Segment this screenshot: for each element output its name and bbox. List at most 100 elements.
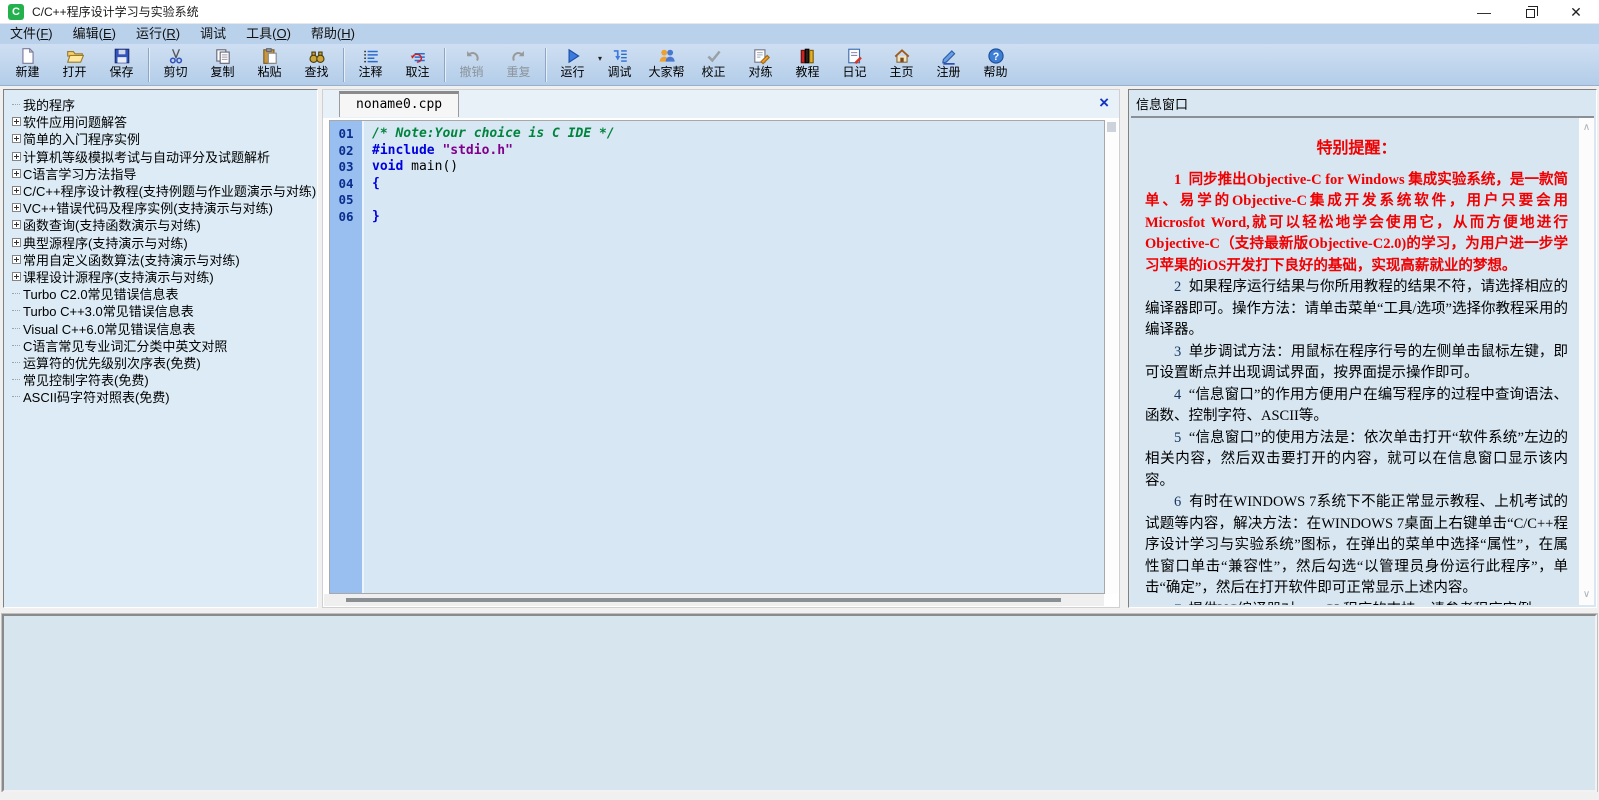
info-paragraph: 6 有时在WINDOWS 7系统下不能正常显示教程、上机考试的试题等内容，解决方… xyxy=(1145,492,1568,600)
toolbar-button-label: 注册 xyxy=(936,65,960,80)
toolbar-button-redo[interactable]: 重复 xyxy=(495,45,542,85)
expand-plus-icon[interactable] xyxy=(9,238,23,247)
code-line[interactable]: } xyxy=(372,209,615,226)
status-strip xyxy=(0,792,1599,800)
tree-item[interactable]: 我的程序 xyxy=(9,96,313,113)
tree-item[interactable]: Visual C++6.0常见错误信息表 xyxy=(9,319,313,336)
toolbar-button-comment[interactable]: 注释 xyxy=(347,45,394,85)
code-token: { xyxy=(372,176,380,191)
expand-plus-icon[interactable] xyxy=(9,255,23,264)
redo-icon xyxy=(510,47,528,65)
save-icon xyxy=(113,47,131,65)
tree-item[interactable]: Turbo C++3.0常见错误信息表 xyxy=(9,302,313,319)
toolbar-button-label: 调试 xyxy=(607,65,631,80)
expand-plus-icon[interactable] xyxy=(9,117,23,126)
code-token: /* Note:Your choice is C IDE */ xyxy=(372,126,615,141)
editor-vertical-scrollbar[interactable] xyxy=(1105,120,1118,594)
toolbar-button-register[interactable]: 注册 xyxy=(925,45,972,85)
scroll-down-icon[interactable]: ∨ xyxy=(1579,587,1594,603)
code-line[interactable]: void main() xyxy=(372,159,615,176)
editor-tab[interactable]: noname0.cpp xyxy=(339,91,459,117)
line-number[interactable]: 03 xyxy=(330,159,362,176)
expand-plus-icon[interactable] xyxy=(9,203,23,212)
code-token: void xyxy=(372,159,403,174)
menu-item-文件[interactable]: 文件(F) xyxy=(0,24,63,44)
expand-plus-icon[interactable] xyxy=(9,169,23,178)
tree-item[interactable]: ASCII码字符对照表(免费) xyxy=(9,388,313,405)
editor-vertical-scrollbar-thumb[interactable] xyxy=(1107,122,1116,132)
menu-item-帮助[interactable]: 帮助(H) xyxy=(301,24,365,44)
open-folder-icon xyxy=(66,47,84,65)
editor-horizontal-scrollbar[interactable] xyxy=(324,594,1104,606)
code-line[interactable]: { xyxy=(372,176,615,193)
toolbar-button-open-folder[interactable]: 打开 xyxy=(51,45,98,85)
line-number[interactable]: 06 xyxy=(330,209,362,226)
tree-item[interactable]: C/C++程序设计教程(支持例题与作业题演示与对练) xyxy=(9,182,313,199)
toolbar-button-cut[interactable]: 剪切 xyxy=(152,45,199,85)
info-paragraph: 1 同步推出Objective-C for Windows 集成实验系统，是一款… xyxy=(1145,170,1568,278)
toolbar-button-practice[interactable]: 对练 xyxy=(737,45,784,85)
menu-item-调试[interactable]: 调试 xyxy=(190,24,236,44)
tree-item[interactable]: 常用自定义函数算法(支持演示与对练) xyxy=(9,251,313,268)
toolbar-button-home[interactable]: 主页 xyxy=(878,45,925,85)
tree-item[interactable]: C语言学习方法指导 xyxy=(9,165,313,182)
tree-item[interactable]: 课程设计源程序(支持演示与对练) xyxy=(9,268,313,285)
tree-item[interactable]: C语言常见专业词汇分类中英文对照 xyxy=(9,337,313,354)
restore-button[interactable] xyxy=(1507,0,1553,24)
toolbar-button-save[interactable]: 保存 xyxy=(98,45,145,85)
expand-plus-icon[interactable] xyxy=(9,272,23,281)
toolbar-button-diary[interactable]: 日记 xyxy=(831,45,878,85)
toolbar-button-label: 日记 xyxy=(842,65,866,80)
tree-leaf-dash xyxy=(9,328,23,329)
expand-plus-icon[interactable] xyxy=(9,134,23,143)
toolbar-button-uncomment[interactable]: 取注 xyxy=(394,45,441,85)
toolbar-button-copy[interactable]: 复制 xyxy=(199,45,246,85)
line-number[interactable]: 02 xyxy=(330,143,362,160)
scroll-up-icon[interactable]: ∧ xyxy=(1579,120,1594,136)
toolbar-button-debug[interactable]: 调试 xyxy=(596,45,643,85)
code-line[interactable] xyxy=(372,192,615,209)
expand-plus-icon[interactable] xyxy=(9,152,23,161)
tree-leaf-dash xyxy=(9,104,23,105)
minimize-button[interactable]: — xyxy=(1461,0,1507,24)
toolbar-button-help[interactable]: ?帮助 xyxy=(972,45,1019,85)
tree-item[interactable]: VC++错误代码及程序实例(支持演示与对练) xyxy=(9,199,313,216)
code-line[interactable]: /* Note:Your choice is C IDE */ xyxy=(372,126,615,143)
toolbar-button-tutorial[interactable]: 教程 xyxy=(784,45,831,85)
toolbar-button-paste[interactable]: 粘贴 xyxy=(246,45,293,85)
toolbar-button-find[interactable]: 查找 xyxy=(293,45,340,85)
toolbar-button-people[interactable]: 大家帮 xyxy=(643,45,690,85)
line-number-gutter[interactable]: 010203040506 xyxy=(330,121,364,593)
code-area[interactable]: 010203040506 /* Note:Your choice is C ID… xyxy=(329,120,1105,594)
expand-plus-icon[interactable] xyxy=(9,186,23,195)
line-number[interactable]: 04 xyxy=(330,176,362,193)
editor-horizontal-scrollbar-thumb[interactable] xyxy=(346,598,1061,602)
code-editor-text[interactable]: /* Note:Your choice is C IDE */ #include … xyxy=(364,121,615,593)
info-scrollbar[interactable]: ∧ ∨ xyxy=(1579,118,1594,605)
code-line[interactable]: #include "stdio.h" xyxy=(372,143,615,160)
toolbar-button-undo[interactable]: 撤销 xyxy=(448,45,495,85)
tree-item[interactable]: 常见控制字符表(免费) xyxy=(9,371,313,388)
line-number[interactable]: 05 xyxy=(330,192,362,209)
output-panel xyxy=(2,614,1597,792)
tree-item[interactable]: 简单的入门程序实例 xyxy=(9,130,313,147)
run-icon xyxy=(564,47,582,65)
tree-item[interactable]: 函数查询(支持函数演示与对练) xyxy=(9,216,313,233)
tree-item[interactable]: 软件应用问题解答 xyxy=(9,113,313,130)
toolbar-button-new-file[interactable]: 新建 xyxy=(4,45,51,85)
tree-item[interactable]: Turbo C2.0常见错误信息表 xyxy=(9,285,313,302)
code-token: #include xyxy=(372,143,435,158)
tree-item[interactable]: 计算机等级模拟考试与自动评分及试题解析 xyxy=(9,148,313,165)
tree-item[interactable]: 运算符的优先级别次序表(免费) xyxy=(9,354,313,371)
menu-item-编辑[interactable]: 编辑(E) xyxy=(63,24,126,44)
toolbar-button-check[interactable]: 校正 xyxy=(690,45,737,85)
menu-item-工具[interactable]: 工具(O) xyxy=(236,24,301,44)
close-button[interactable]: ✕ xyxy=(1553,0,1599,24)
app-icon: C xyxy=(8,4,24,20)
toolbar-button-run[interactable]: 运行▾ xyxy=(549,45,596,85)
expand-plus-icon[interactable] xyxy=(9,220,23,229)
editor-close-icon[interactable]: × xyxy=(1099,92,1109,114)
tree-item[interactable]: 典型源程序(支持演示与对练) xyxy=(9,234,313,251)
menu-item-运行[interactable]: 运行(R) xyxy=(126,24,190,44)
line-number[interactable]: 01 xyxy=(330,126,362,143)
